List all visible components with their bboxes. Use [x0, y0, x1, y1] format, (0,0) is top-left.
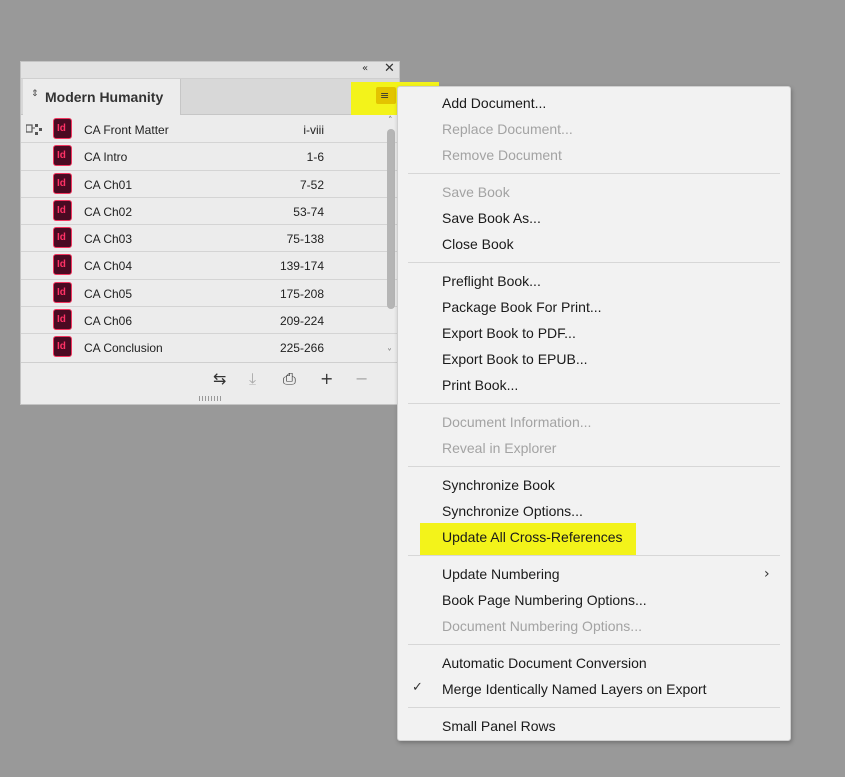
menu-item-save-book: Save Book	[442, 184, 510, 200]
indesign-document-icon: Id	[53, 254, 72, 276]
document-page-range: 75-138	[286, 232, 324, 247]
menu-item-reveal-in-explorer: Reveal in Explorer	[442, 440, 557, 456]
document-page-range: 209-224	[279, 314, 324, 329]
document-name: CA Front Matter	[84, 123, 169, 137]
menu-item-export-pdf[interactable]: Export Book to PDF...	[442, 325, 576, 341]
list-item[interactable]: Id CA Conclusion 225-266	[21, 334, 399, 361]
document-name: CA Ch02	[84, 204, 133, 219]
indesign-document-icon: Id	[53, 199, 72, 221]
panel-title-bar: « ✕	[21, 61, 399, 79]
menu-item-synchronize-book[interactable]: Synchronize Book	[442, 477, 555, 493]
indesign-document-icon: Id	[53, 118, 72, 139]
remove-document-icon[interactable]: −	[355, 369, 368, 388]
hamburger-menu-icon: ≡	[380, 89, 390, 102]
book-document-list: Id CA Front Matter i-viii Id CA Intro 1-…	[21, 116, 399, 361]
close-panel-icon[interactable]: ✕	[384, 61, 395, 76]
tab-modern-humanity[interactable]: ⇕ Modern Humanity	[23, 79, 181, 115]
list-item[interactable]: Id CA Intro 1-6	[21, 143, 399, 171]
indesign-document-icon: Id	[53, 281, 72, 303]
document-page-range: 53-74	[293, 204, 324, 219]
resize-grip[interactable]	[199, 396, 221, 401]
menu-item-preflight-book[interactable]: Preflight Book...	[442, 273, 541, 289]
collapse-panel-icon[interactable]: «	[362, 63, 368, 74]
scroll-down-icon[interactable]: ˅	[387, 348, 392, 359]
menu-item-save-book-as[interactable]: Save Book As...	[442, 210, 541, 226]
menu-item-export-epub[interactable]: Export Book to EPUB...	[442, 351, 588, 367]
panel-footer-toolbar: ⇆ ⤓ ⎙ + −	[21, 362, 399, 394]
document-page-range: 175-208	[279, 286, 324, 301]
list-item[interactable]: Id CA Ch04 139-174	[21, 252, 399, 280]
menu-item-replace-document: Replace Document...	[442, 121, 573, 137]
style-source-icon	[26, 124, 42, 135]
list-item[interactable]: Id CA Ch05 175-208	[21, 279, 399, 308]
menu-separator	[408, 262, 780, 263]
add-document-icon[interactable]: +	[320, 369, 333, 388]
document-page-range: 139-174	[279, 259, 324, 274]
menu-item-update-numbering[interactable]: Update Numbering	[442, 566, 560, 582]
menu-item-add-document[interactable]: Add Document...	[442, 95, 546, 111]
menu-separator	[408, 707, 780, 708]
menu-item-book-page-numbering[interactable]: Book Page Numbering Options...	[442, 592, 647, 608]
indesign-document-icon: Id	[53, 336, 72, 358]
menu-separator	[408, 644, 780, 645]
list-item[interactable]: Id CA Ch06 209-224	[21, 307, 399, 335]
document-page-range: 225-266	[279, 341, 324, 356]
menu-item-merge-layers[interactable]: Merge Identically Named Layers on Export	[442, 681, 707, 697]
print-book-icon[interactable]: ⎙	[283, 369, 296, 389]
indesign-document-icon: Id	[53, 145, 72, 167]
menu-item-auto-document-conversion[interactable]: Automatic Document Conversion	[442, 655, 647, 671]
submenu-arrow-icon: ›	[764, 566, 770, 582]
menu-item-update-cross-references[interactable]: Update All Cross-References	[442, 529, 623, 545]
checkmark-icon: ✓	[412, 680, 423, 695]
list-item[interactable]: Id CA Front Matter i-viii	[21, 116, 399, 144]
panel-tab-strip: ⇕ Modern Humanity ≡	[21, 79, 439, 115]
menu-item-close-book[interactable]: Close Book	[442, 236, 514, 252]
indesign-document-icon: Id	[53, 172, 72, 194]
document-name: CA Ch06	[84, 314, 133, 329]
book-panel: « ✕ ⇕ Modern Humanity ≡ Id CA Front Matt…	[20, 61, 439, 405]
menu-item-remove-document: Remove Document	[442, 147, 562, 163]
scroll-thumb[interactable]	[387, 129, 395, 309]
tab-expand-icon: ⇕	[31, 89, 39, 99]
scroll-up-icon[interactable]: ˄	[388, 116, 393, 126]
document-name: CA Ch01	[84, 177, 133, 192]
panel-flyout-menu: Add Document... Replace Document... Remo…	[397, 86, 791, 741]
indesign-document-icon: Id	[53, 227, 72, 249]
list-item[interactable]: Id CA Ch03 75-138	[21, 225, 399, 253]
document-name: CA Conclusion	[84, 341, 163, 356]
list-item[interactable]: Id CA Ch01 7-52	[21, 170, 399, 198]
document-page-range: 7-52	[299, 177, 324, 192]
menu-item-document-information: Document Information...	[442, 414, 592, 430]
book-title: Modern Humanity	[45, 89, 164, 105]
menu-separator	[408, 403, 780, 404]
menu-item-small-panel-rows[interactable]: Small Panel Rows	[442, 718, 556, 734]
document-name: CA Ch03	[84, 232, 133, 247]
panel-menu-button[interactable]: ≡	[376, 87, 396, 104]
document-page-range: 1-6	[306, 150, 324, 165]
document-name: CA Ch05	[84, 286, 133, 301]
document-page-range: i-viii	[303, 123, 324, 137]
menu-item-print-book[interactable]: Print Book...	[442, 377, 518, 393]
document-name: CA Ch04	[84, 259, 133, 274]
list-item[interactable]: Id CA Ch02 53-74	[21, 197, 399, 226]
save-book-icon[interactable]: ⤓	[249, 369, 256, 389]
menu-item-synchronize-options[interactable]: Synchronize Options...	[442, 503, 583, 519]
menu-item-document-numbering: Document Numbering Options...	[442, 618, 642, 634]
synchronize-icon[interactable]: ⇆	[213, 369, 226, 388]
indesign-document-icon: Id	[53, 309, 72, 331]
menu-separator	[408, 466, 780, 467]
document-name: CA Intro	[84, 150, 128, 165]
menu-separator	[408, 555, 780, 556]
menu-item-package-book[interactable]: Package Book For Print...	[442, 299, 602, 315]
menu-separator	[408, 173, 780, 174]
